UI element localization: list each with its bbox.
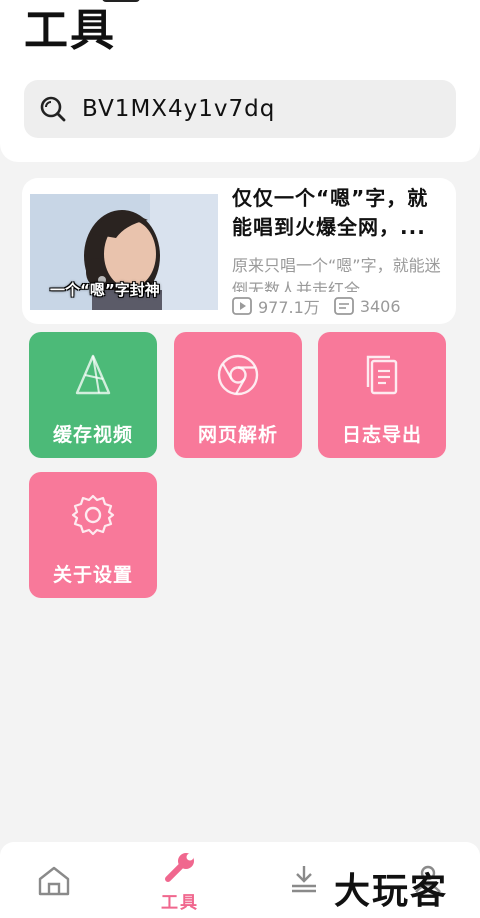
page-title: 工具	[24, 5, 116, 56]
comment-icon	[333, 297, 354, 315]
settings-label: 关于设置	[52, 564, 133, 586]
video-description: 原来只唱一个“嗯”字，就能迷倒无数人并走红全	[232, 256, 441, 292]
thumbnail-caption: 一个“嗯”字封神	[50, 281, 160, 299]
views-stat: 977.1万	[232, 294, 320, 318]
nav-home[interactable]	[6, 842, 102, 918]
log-export-button[interactable]: 日志导出	[318, 332, 446, 458]
cache-video-label: 缓存视频	[52, 424, 133, 446]
download-icon	[287, 864, 321, 898]
video-title[interactable]: 仅仅一个“嗯”字，就能唱到火爆全网，...	[232, 184, 446, 242]
browser-icon	[216, 352, 260, 398]
video-thumbnail[interactable]: 一个“嗯”字封神	[30, 194, 218, 310]
cache-video-button[interactable]: 缓存视频	[29, 332, 157, 458]
comments-count: 3406	[359, 296, 401, 316]
home-icon	[37, 866, 71, 900]
comments-stat: 3406	[333, 296, 401, 316]
cache-video-icon	[73, 352, 113, 398]
log-export-label: 日志导出	[341, 424, 422, 446]
settings-button[interactable]: 关于设置	[29, 472, 157, 598]
web-parse-label: 网页解析	[197, 424, 278, 446]
web-parse-button[interactable]: 网页解析	[174, 332, 302, 458]
gear-icon	[71, 492, 115, 538]
search-input[interactable]: BV1MX4y1v7dq	[24, 80, 456, 138]
search-value[interactable]: BV1MX4y1v7dq	[82, 96, 275, 122]
wrench-icon	[163, 852, 197, 886]
video-card[interactable]: 一个“嗯”字封神 仅仅一个“嗯”字，就能唱到火爆全网，... 原来只唱一个“嗯”…	[22, 178, 456, 324]
nav-tools-label: 工具	[161, 893, 199, 913]
video-stats: 977.1万 3406	[232, 294, 452, 318]
views-count: 977.1万	[258, 298, 320, 317]
document-icon	[362, 352, 402, 398]
header: 工具 BV1MX4y1v7dq	[0, 0, 480, 162]
search-icon	[38, 94, 68, 124]
nav-tools[interactable]: 工具	[132, 842, 228, 918]
play-icon	[232, 297, 252, 315]
watermark-logo: 大玩客	[334, 870, 449, 912]
